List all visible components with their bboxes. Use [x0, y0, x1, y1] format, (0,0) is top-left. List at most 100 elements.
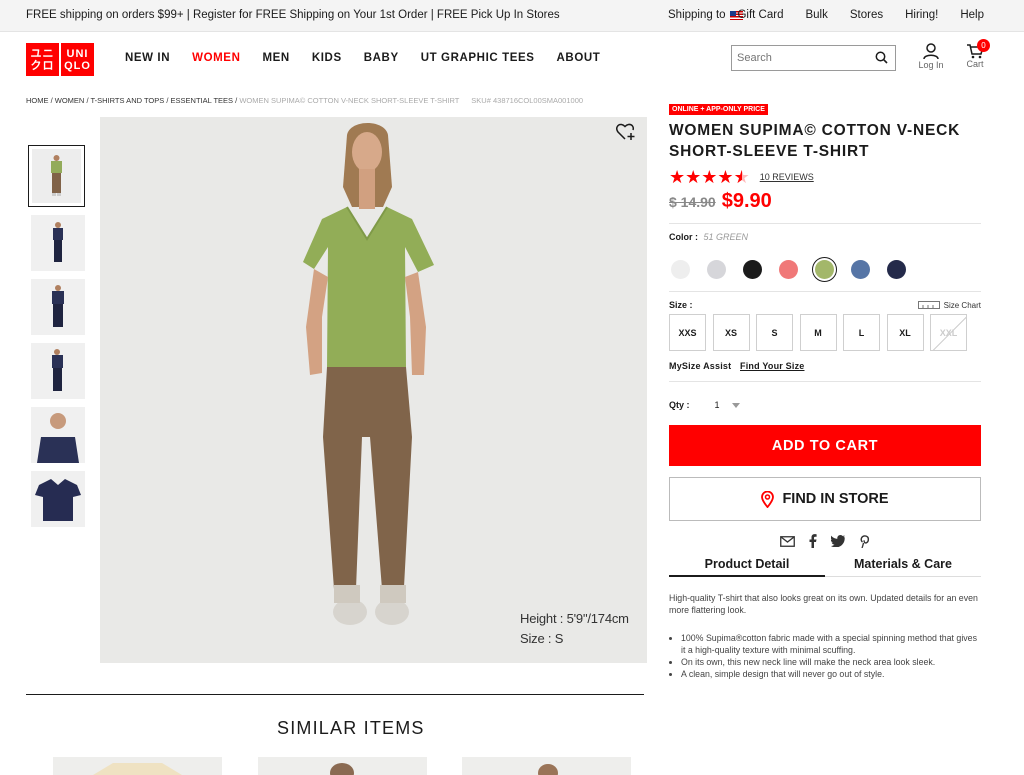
star-rating[interactable]: ★ ★ ★ ★ ★ [669, 167, 750, 188]
similar-item-card[interactable] [53, 757, 222, 775]
nav-about[interactable]: ABOUT [557, 52, 601, 64]
thumbnail-navy-full-3[interactable] [31, 343, 85, 399]
thumbnail-navy-full-2[interactable] [31, 279, 85, 335]
color-swatch-pink[interactable] [779, 259, 798, 279]
thumbnail-navy-flat[interactable] [31, 471, 85, 527]
search-icon[interactable] [875, 51, 888, 69]
thumbnail-navy-half[interactable] [31, 407, 85, 463]
search-input[interactable] [732, 46, 862, 70]
color-swatch-green[interactable] [812, 256, 837, 282]
size-xxs[interactable]: XXS [669, 314, 706, 351]
color-swatch-light-gray[interactable] [707, 259, 726, 279]
share-row [669, 533, 981, 549]
breadcrumb-women[interactable]: WOMEN [55, 96, 85, 105]
feature-list: 100% Supima®cotton fabric made with a sp… [669, 632, 981, 680]
feature-item: On its own, this new neck line will make… [681, 656, 981, 668]
similar-item-image [462, 757, 631, 775]
uniqlo-logo[interactable]: ユニ クロ UNI QLO [26, 43, 94, 76]
rating-row: ★ ★ ★ ★ ★ 10 REVIEWS [669, 167, 981, 188]
nav-women[interactable]: WOMEN [192, 52, 240, 64]
logo-block-right: UNI QLO [61, 43, 94, 76]
star-icon: ★ [717, 166, 734, 187]
breadcrumb: HOME / WOMEN / T-SHIRTS AND TOPS / ESSEN… [26, 96, 584, 105]
promo-text[interactable]: FREE shipping on orders $99+ | Register … [26, 9, 560, 21]
color-swatch-white[interactable] [671, 259, 690, 279]
star-icon: ★ [669, 166, 686, 187]
size-xxl-unavailable: XXL [930, 314, 967, 351]
tab-materials-care[interactable]: Materials & Care [825, 557, 981, 577]
main-product-image[interactable]: Height : 5'9"/174cm Size : S [100, 117, 647, 663]
chevron-down-icon[interactable] [731, 402, 740, 408]
size-m[interactable]: M [799, 314, 837, 351]
feature-item: 100% Supima®cotton fabric made with a sp… [681, 632, 981, 656]
qty-label: Qty : [669, 400, 690, 410]
sale-price: $9.90 [721, 190, 772, 212]
sku-number: SKU# 438716COL00SMA001000 [471, 96, 584, 105]
pinterest-share-icon[interactable] [859, 534, 870, 548]
breadcrumb-tshirts[interactable]: T-SHIRTS AND TOPS [90, 96, 164, 105]
cart-label: Cart [966, 59, 984, 69]
model-illustration [303, 123, 434, 625]
color-label: Color : [669, 232, 698, 242]
thumbnail-green-front[interactable] [28, 145, 85, 207]
main-nav: NEW IN WOMEN MEN KIDS BABY UT GRAPHIC TE… [125, 52, 622, 64]
divider [669, 223, 981, 224]
similar-item-card[interactable] [258, 757, 427, 775]
tab-product-detail[interactable]: Product Detail [669, 557, 825, 577]
reviews-link[interactable]: 10 REVIEWS [760, 172, 814, 182]
similar-item-image [53, 757, 222, 775]
facebook-share-icon[interactable] [809, 534, 817, 548]
hiring-link[interactable]: Hiring! [905, 9, 938, 21]
color-swatch-black[interactable] [743, 259, 762, 279]
color-label-row: Color : 51 GREEN [669, 232, 981, 242]
login-label: Log In [918, 60, 944, 70]
nav-new-in[interactable]: NEW IN [125, 52, 170, 64]
breadcrumb-home[interactable]: HOME [26, 96, 49, 105]
section-divider [26, 694, 644, 695]
favorite-add-icon[interactable] [616, 123, 636, 146]
quantity-row: Qty : 1 [669, 400, 981, 410]
gift-card-link[interactable]: Gift Card [737, 9, 783, 21]
login-button[interactable]: Log In [915, 43, 947, 70]
site-header: ユニ クロ UNI QLO NEW IN WOMEN MEN KIDS BABY… [0, 32, 1024, 87]
help-link[interactable]: Help [960, 9, 984, 21]
color-swatches [669, 255, 981, 283]
model-size: Size : S [520, 631, 564, 646]
star-icon: ★ [701, 166, 718, 187]
nav-baby[interactable]: BABY [364, 52, 399, 64]
color-value: 51 GREEN [703, 232, 749, 242]
qty-select[interactable]: 1 [715, 400, 720, 410]
breadcrumb-current: WOMEN SUPIMA© COTTON V-NECK SHORT-SLEEVE… [239, 96, 460, 105]
size-s[interactable]: S [756, 314, 793, 351]
color-swatch-navy[interactable] [887, 259, 906, 279]
thumbnail-navy-full-1[interactable] [31, 215, 85, 271]
bulk-link[interactable]: Bulk [805, 9, 827, 21]
logo-block-left: ユニ クロ [26, 43, 59, 76]
product-info-panel: ONLINE + APP-ONLY PRICE WOMEN SUPIMA© CO… [669, 98, 981, 680]
color-swatch-blue[interactable] [851, 259, 870, 279]
add-to-cart-button[interactable]: ADD TO CART [669, 425, 981, 466]
location-pin-icon [761, 490, 775, 508]
email-share-icon[interactable] [780, 535, 795, 547]
size-chart-label: Size Chart [943, 300, 981, 310]
nav-men[interactable]: MEN [262, 52, 289, 64]
detail-tabs: Product Detail Materials & Care [669, 557, 981, 577]
thumbnail-list [28, 145, 85, 535]
nav-ut-graphic-tees[interactable]: UT GRAPHIC TEES [421, 52, 535, 64]
similar-item-card[interactable] [462, 757, 631, 775]
find-your-size-link[interactable]: Find Your Size [740, 361, 804, 371]
breadcrumb-essential-tees[interactable]: ESSENTIAL TEES [171, 96, 234, 105]
model-height: Height : 5'9"/174cm [520, 611, 629, 626]
logo-text: ユニ [30, 47, 55, 60]
size-xs[interactable]: XS [712, 314, 750, 351]
cart-button[interactable]: 0 Cart [959, 39, 991, 69]
size-l[interactable]: L [843, 314, 880, 351]
find-in-store-button[interactable]: FIND IN STORE [669, 477, 981, 521]
nav-kids[interactable]: KIDS [312, 52, 342, 64]
size-xl[interactable]: XL [886, 314, 924, 351]
size-chart-link[interactable]: Size Chart [917, 300, 981, 310]
stores-link[interactable]: Stores [850, 9, 883, 21]
twitter-share-icon[interactable] [831, 535, 845, 547]
size-header: Size : Size Chart [669, 300, 981, 310]
model-info: Height : 5'9"/174cm Size : S [520, 609, 629, 649]
